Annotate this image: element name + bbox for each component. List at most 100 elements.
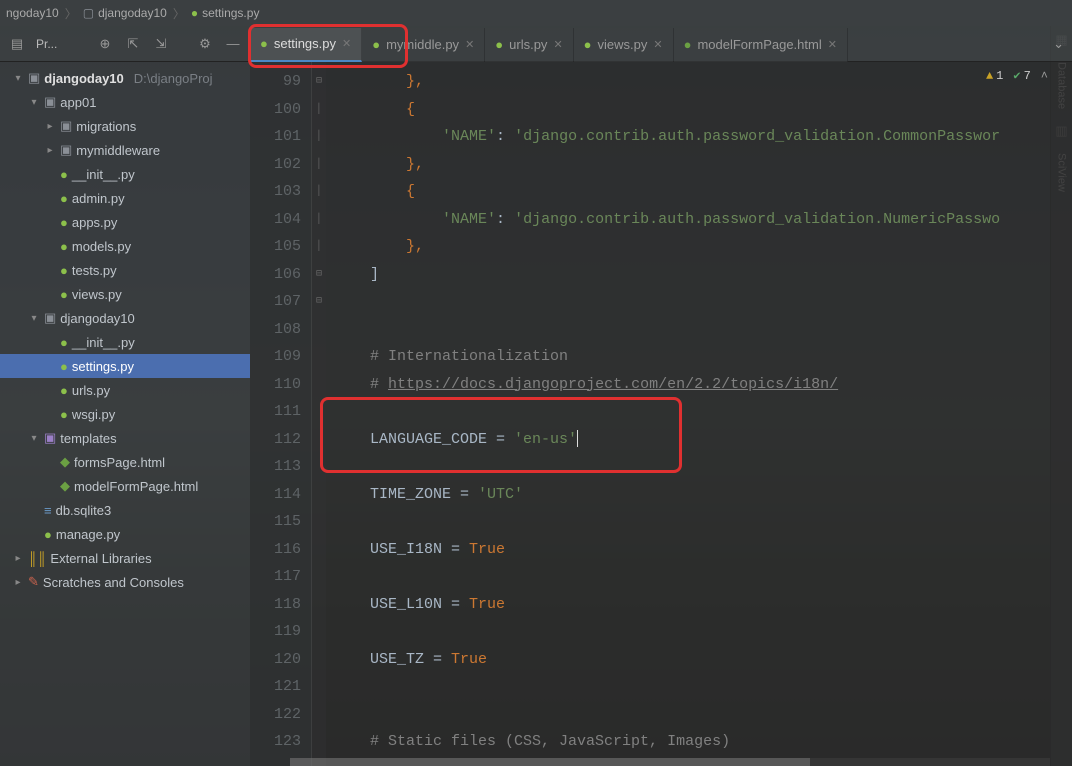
hide-icon[interactable]: — [224, 35, 242, 53]
breadcrumb-item[interactable]: ●settings.py [191, 6, 260, 20]
fold-column[interactable]: ⊟ │ │ │ │ │ │ ⊟ ⊟ [312, 62, 326, 766]
tree-row[interactable]: ●manage.py [0, 522, 250, 546]
locate-icon[interactable]: ⊕ [96, 35, 114, 53]
tabs-overflow-chevron[interactable]: ⌄ [1045, 36, 1072, 52]
html-file-icon: ◆ [60, 478, 70, 494]
code-line[interactable]: # Internationalization [334, 343, 1072, 371]
tab-label: mymiddle.py [386, 37, 459, 52]
code-content[interactable]: }, { 'NAME': 'django.contrib.auth.passwo… [326, 62, 1072, 766]
tree-row[interactable]: ●models.py [0, 234, 250, 258]
project-tool-label[interactable]: Pr... [36, 37, 57, 51]
tree-chevron-icon[interactable]: ▾ [28, 433, 40, 444]
tree-row[interactable]: ▸║║External Libraries [0, 546, 250, 570]
check-icon: ✔ [1013, 68, 1020, 83]
tree-row[interactable]: ▸▣migrations [0, 114, 250, 138]
tree-row[interactable]: ▾▣djangoday10 [0, 306, 250, 330]
code-line[interactable]: USE_L10N = True [334, 591, 1072, 619]
close-icon[interactable]: ✕ [465, 38, 474, 51]
code-line[interactable]: 'NAME': 'django.contrib.auth.password_va… [334, 123, 1072, 151]
text-caret [577, 430, 578, 447]
code-line[interactable] [334, 508, 1072, 536]
project-view-icon[interactable]: ▤ [8, 35, 26, 53]
breadcrumb: ngoday10 〉 ▢djangoday10 〉 ●settings.py [0, 0, 1072, 26]
python-file-icon: ● [372, 37, 380, 52]
code-line[interactable]: 'NAME': 'django.contrib.auth.password_va… [334, 206, 1072, 234]
tree-chevron-icon[interactable]: ▸ [44, 121, 56, 132]
code-line[interactable]: }, [334, 151, 1072, 179]
ok-badge[interactable]: ✔7 [1013, 68, 1030, 83]
tree-row[interactable]: ●urls.py [0, 378, 250, 402]
tree-row[interactable]: ▾▣djangoday10D:\djangoProj [0, 66, 250, 90]
editor-tab[interactable]: ●urls.py✕ [485, 28, 573, 62]
code-line[interactable] [334, 701, 1072, 729]
editor-tab[interactable]: ●settings.py✕ [250, 28, 362, 62]
code-line[interactable]: }, [334, 68, 1072, 96]
code-line[interactable] [334, 453, 1072, 481]
editor-tab[interactable]: ●views.py✕ [574, 28, 674, 62]
horizontal-scrollbar[interactable] [290, 758, 1050, 766]
code-line[interactable] [334, 398, 1072, 426]
tree-chevron-icon[interactable]: ▾ [12, 73, 24, 84]
tree-row[interactable]: ▸▣mymiddleware [0, 138, 250, 162]
tree-label: manage.py [56, 527, 120, 542]
tree-chevron-icon[interactable]: ▸ [12, 553, 24, 564]
code-line[interactable] [334, 673, 1072, 701]
database-file-icon: ≡ [44, 503, 52, 518]
tree-row[interactable]: ●tests.py [0, 258, 250, 282]
close-icon[interactable]: ✕ [342, 37, 351, 50]
close-icon[interactable]: ✕ [653, 38, 662, 51]
tree-chevron-icon[interactable]: ▾ [28, 313, 40, 324]
tree-row[interactable]: ◆formsPage.html [0, 450, 250, 474]
close-icon[interactable]: ✕ [828, 38, 837, 51]
code-line[interactable]: # Static files (CSS, JavaScript, Images) [334, 728, 1072, 756]
tree-chevron-icon[interactable]: ▸ [12, 577, 24, 588]
project-tree[interactable]: ▾▣djangoday10D:\djangoProj▾▣app01▸▣migra… [0, 62, 250, 766]
collapse-all-icon[interactable]: ⇲ [152, 35, 170, 53]
code-line[interactable]: USE_TZ = True [334, 646, 1072, 674]
expand-all-icon[interactable]: ⇱ [124, 35, 142, 53]
libraries-icon: ║║ [28, 551, 46, 566]
code-line[interactable] [334, 316, 1072, 344]
toolbar-row: ▤ Pr... ⊕ ⇱ ⇲ ⚙ — ●settings.py✕ ● mymiddle… [0, 26, 1072, 62]
tree-row[interactable]: ▾▣templates [0, 426, 250, 450]
editor-tab[interactable]: ● mymiddle.py ✕ [362, 28, 485, 62]
breadcrumb-item[interactable]: ngoday10 [6, 6, 59, 20]
tree-row[interactable]: ●settings.py [0, 354, 250, 378]
python-file-icon: ● [60, 383, 68, 398]
breadcrumb-item[interactable]: ▢djangoday10 [83, 6, 167, 20]
code-line[interactable] [334, 618, 1072, 646]
tree-row[interactable]: ▾▣app01 [0, 90, 250, 114]
code-line[interactable]: { [334, 96, 1072, 124]
code-line[interactable]: LANGUAGE_CODE = 'en-us' [334, 426, 1072, 454]
tree-label: migrations [76, 119, 136, 134]
tree-chevron-icon[interactable]: ▾ [28, 97, 40, 108]
scrollbar-thumb[interactable] [290, 758, 810, 766]
folder-icon: ▣ [28, 70, 40, 86]
warnings-badge[interactable]: ▲1 [986, 69, 1003, 83]
tree-row[interactable]: ●__init__.py [0, 330, 250, 354]
tree-row[interactable]: ●admin.py [0, 186, 250, 210]
code-editor[interactable]: 99 100 101 102 103 104 105 106 107 108 1… [250, 62, 1072, 766]
inspection-chevron-icon[interactable]: ˄ [1041, 69, 1048, 83]
tree-row[interactable]: ●views.py [0, 282, 250, 306]
tree-row[interactable]: ▸✎Scratches and Consoles [0, 570, 250, 594]
code-line[interactable]: }, [334, 233, 1072, 261]
editor-tab[interactable]: ●modelFormPage.html✕ [674, 28, 848, 62]
html-file-icon: ● [684, 37, 692, 52]
code-line[interactable]: # https://docs.djangoproject.com/en/2.2/… [334, 371, 1072, 399]
code-line[interactable]: { [334, 178, 1072, 206]
code-line[interactable]: ] [334, 261, 1072, 289]
code-line[interactable]: TIME_ZONE = 'UTC' [334, 481, 1072, 509]
tree-row[interactable]: ●apps.py [0, 210, 250, 234]
code-line[interactable] [334, 563, 1072, 591]
tree-row[interactable]: ≡db.sqlite3 [0, 498, 250, 522]
tree-row[interactable]: ◆modelFormPage.html [0, 474, 250, 498]
code-line[interactable] [334, 288, 1072, 316]
tree-chevron-icon[interactable]: ▸ [44, 145, 56, 156]
gear-icon[interactable]: ⚙ [196, 35, 214, 53]
tree-row[interactable]: ●wsgi.py [0, 402, 250, 426]
python-file-icon: ● [60, 167, 68, 182]
tree-row[interactable]: ●__init__.py [0, 162, 250, 186]
code-line[interactable]: USE_I18N = True [334, 536, 1072, 564]
close-icon[interactable]: ✕ [553, 38, 562, 51]
